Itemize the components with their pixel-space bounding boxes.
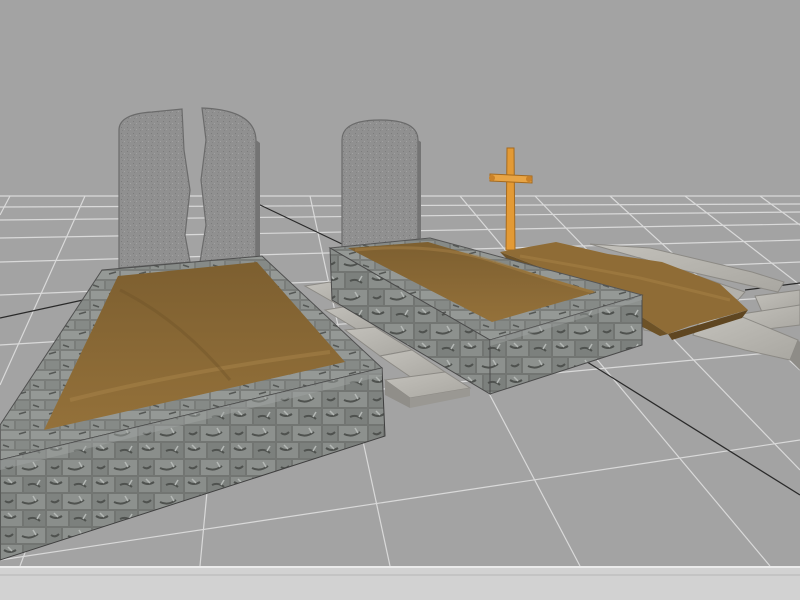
status-bar-divider bbox=[0, 574, 800, 576]
wooden-cross bbox=[489, 147, 533, 251]
split-headstone bbox=[118, 107, 260, 269]
3d-viewport[interactable] bbox=[0, 0, 800, 566]
round-headstone bbox=[341, 119, 421, 249]
status-bar bbox=[0, 566, 800, 600]
large-grave bbox=[0, 255, 386, 561]
